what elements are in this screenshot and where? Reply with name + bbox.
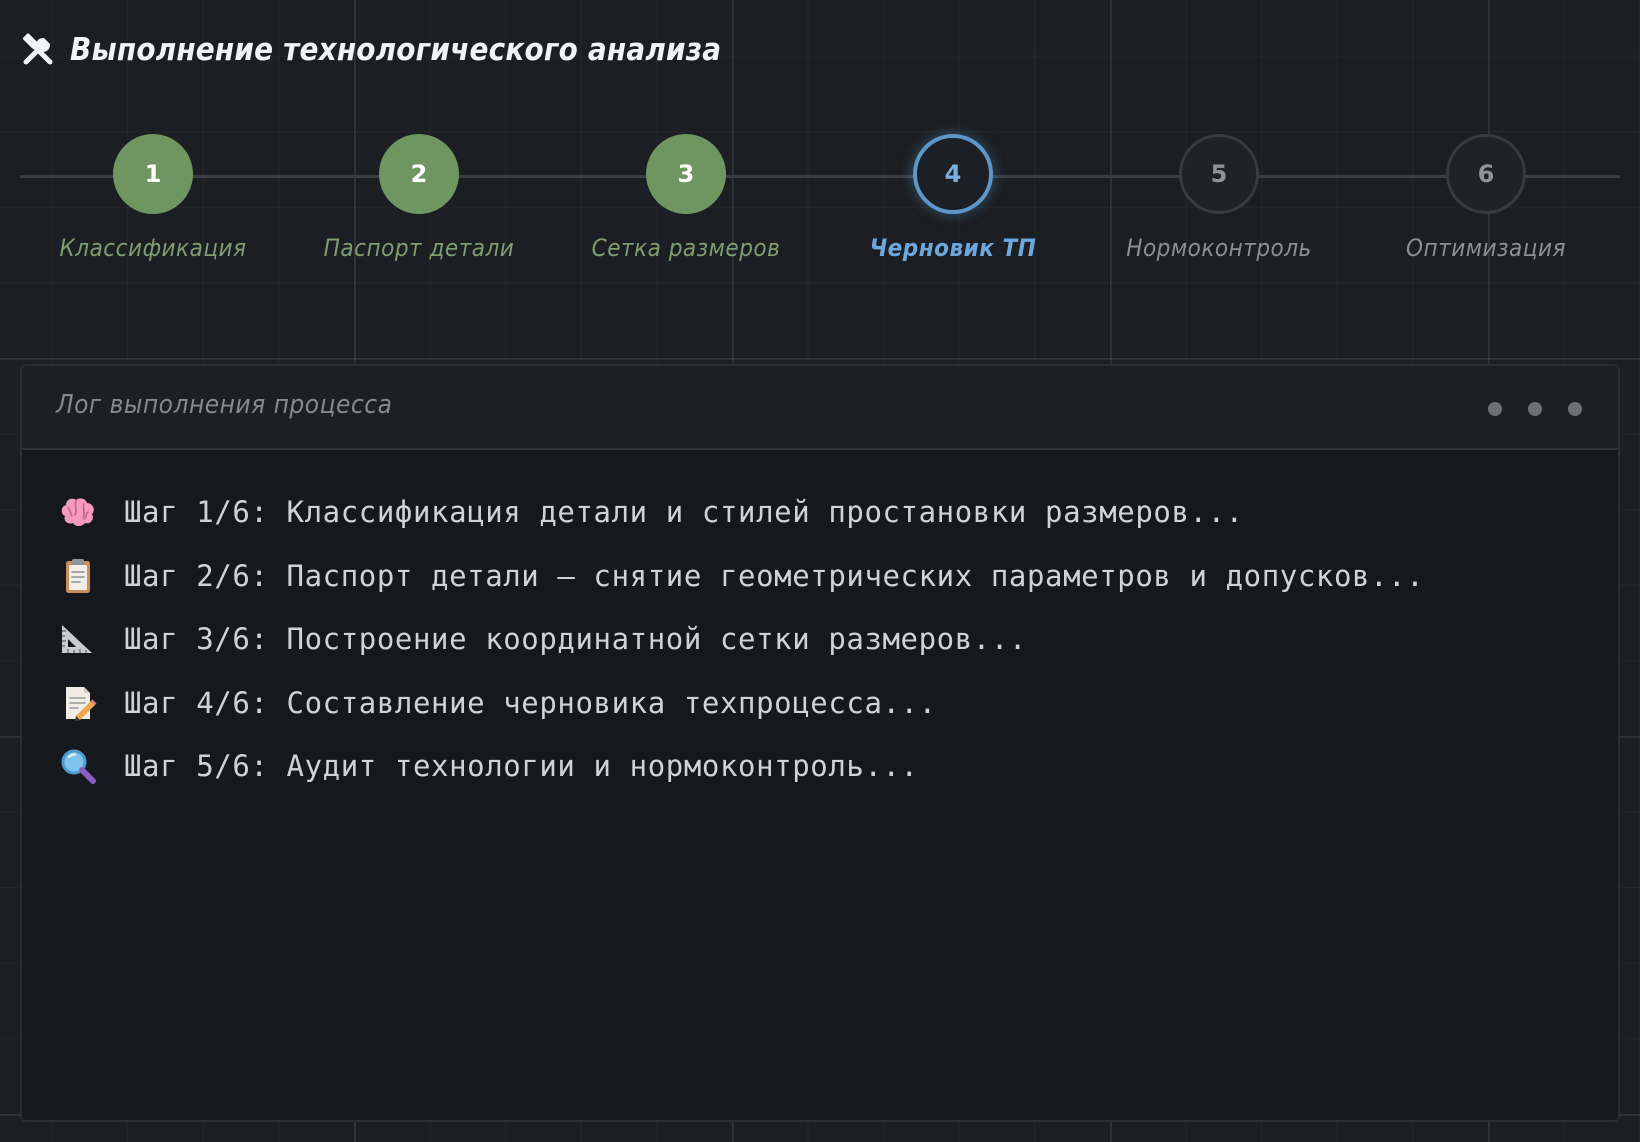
brain-icon [61,498,94,526]
magnifier-icon [61,749,96,784]
step-label: Оптимизация [1406,234,1566,262]
memo-icon [66,686,97,721]
log-line-text: Шаг 2/6: Паспорт детали — снятие геометр… [124,558,1425,593]
step-number-badge: 6 [1446,134,1526,214]
log-line: Шаг 4/6: Составление черновика техпроцес… [58,683,1618,723]
step-draft-process[interactable]: 4 Черновик ТП [823,134,1083,262]
window-dot [1528,402,1542,416]
triangle-ruler-icon [62,625,92,653]
step-classification[interactable]: 1 Классификация [23,134,283,262]
log-line-text: Шаг 3/6: Построение координатной сетки р… [124,622,1027,656]
log-line: Шаг 3/6: Построение координатной сетки р… [58,619,1618,659]
hammer-wrench-icon [22,33,53,65]
process-log-panel: Лог выполнения процесса Шаг 1/6: Классиф… [20,364,1620,1122]
window-dot [1568,402,1582,416]
step-label: Нормоконтроль [1126,234,1312,262]
log-line: Шаг 5/6: Аудит технологии и нормоконтрол… [58,746,1618,786]
step-label: Черновик ТП [869,234,1037,262]
step-number-badge: 5 [1179,134,1259,214]
step-label: Паспорт детали [323,234,515,262]
page-title: Выполнение технологического анализа [70,32,722,68]
progress-stepper: 1 Классификация 2 Паспорт детали 3 Сетка… [20,134,1620,274]
log-line-text: Шаг 4/6: Составление черновика техпроцес… [124,685,937,720]
log-line: Шаг 1/6: Классификация детали и стилей п… [58,492,1618,532]
step-norm-control[interactable]: 5 Нормоконтроль [1089,134,1349,262]
step-number-badge: 4 [913,134,993,214]
page-header: Выполнение технологического анализа [20,24,721,76]
step-part-passport[interactable]: 2 Паспорт детали [289,134,549,262]
step-optimization[interactable]: 6 Оптимизация [1356,134,1616,262]
step-label: Сетка размеров [591,234,781,262]
log-body: Шаг 1/6: Классификация детали и стилей п… [22,450,1618,786]
log-panel-title: Лог выполнения процесса [56,390,393,420]
window-controls [1488,402,1582,416]
log-line: Шаг 2/6: Паспорт детали — снятие геометр… [58,556,1618,596]
log-panel-header: Лог выполнения процесса [22,366,1618,450]
clipboard-icon [66,558,90,593]
log-line-text: Шаг 1/6: Классификация детали и стилей п… [124,495,1244,529]
log-line-text: Шаг 5/6: Аудит технологии и нормоконтрол… [124,749,919,783]
step-number-badge: 1 [113,134,193,214]
window-dot [1488,402,1502,416]
step-number-badge: 3 [646,134,726,214]
step-dimension-grid[interactable]: 3 Сетка размеров [556,134,816,262]
step-label: Классификация [59,234,247,262]
step-number-badge: 2 [379,134,459,214]
